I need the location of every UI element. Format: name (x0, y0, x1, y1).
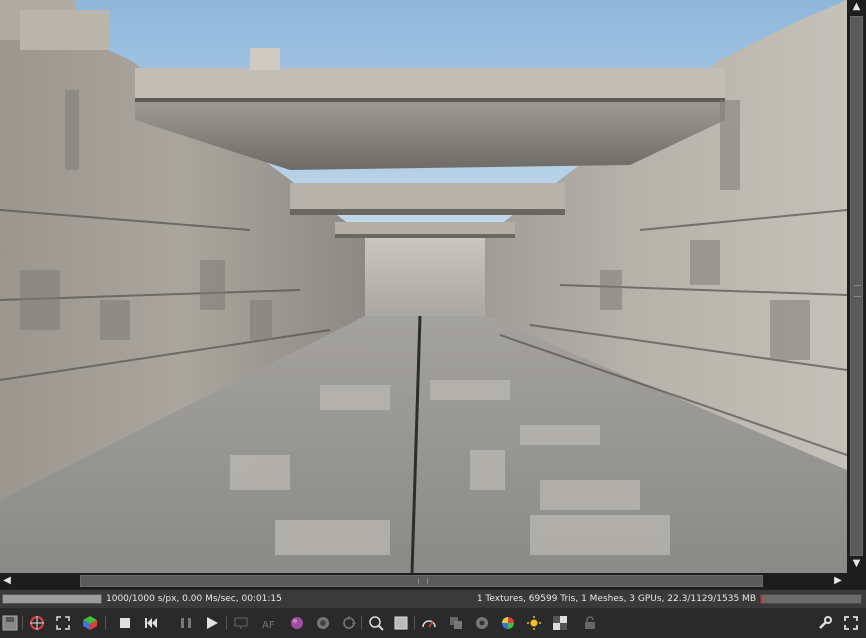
render-toolbar: AF (0, 608, 866, 638)
play-icon[interactable] (202, 613, 222, 633)
viewport-icon[interactable] (231, 613, 251, 633)
render-progress-bar (2, 594, 102, 604)
autofocus-icon[interactable]: AF (260, 613, 280, 633)
gpu-memory-fill (761, 595, 763, 603)
camera-target-icon[interactable] (339, 613, 359, 633)
toolbar-separator (22, 616, 23, 630)
fullscreen-icon[interactable] (841, 613, 861, 633)
pause-icon[interactable] (176, 613, 196, 633)
grip-icon (854, 285, 861, 297)
gpu-memory-bar (760, 594, 862, 604)
scroll-down-arrow-icon[interactable]: ▼ (847, 557, 866, 571)
svg-text:AF: AF (262, 620, 275, 631)
sun-icon[interactable] (524, 613, 544, 633)
render-viewport[interactable] (0, 0, 847, 573)
toolbar-separator (414, 616, 415, 630)
grip-icon (418, 578, 428, 584)
save-render-icon[interactable] (0, 613, 20, 633)
fit-view-icon[interactable] (53, 613, 73, 633)
scroll-up-arrow-icon[interactable]: ▲ (847, 0, 866, 14)
scroll-right-arrow-icon[interactable]: ▶ (831, 573, 845, 589)
region-render-icon[interactable] (27, 613, 47, 633)
stop-icon[interactable] (115, 613, 135, 633)
layers-icon[interactable] (446, 613, 466, 633)
checker-icon[interactable] (550, 613, 570, 633)
render-progress-fill (3, 595, 101, 603)
color-wheel-icon[interactable] (472, 613, 492, 633)
render-viewer-window: ▲ ▼ ◀ ▶ 1000/1000 s/px, 0.00 Ms/sec, 00:… (0, 0, 866, 638)
toolbar-separator (361, 616, 362, 630)
lock-icon[interactable] (580, 613, 600, 633)
render-stats-text: 1000/1000 s/px, 0.00 Ms/sec, 00:01:15 (106, 594, 282, 604)
vertical-scrollbar[interactable]: ▲ ▼ (847, 0, 866, 573)
zoom-region-icon[interactable] (366, 613, 386, 633)
rendered-image (0, 0, 847, 573)
color-cube-icon[interactable] (80, 613, 100, 633)
vertical-scroll-thumb[interactable] (850, 16, 863, 556)
wrench-icon[interactable] (815, 613, 835, 633)
toolbar-separator (105, 616, 106, 630)
gauge-icon[interactable] (419, 613, 439, 633)
scroll-left-arrow-icon[interactable]: ◀ (0, 573, 14, 589)
horizontal-scroll-thumb[interactable] (80, 575, 763, 587)
color-wheel-icon[interactable] (498, 613, 518, 633)
material-picker-icon[interactable] (287, 613, 307, 633)
restart-icon[interactable] (141, 613, 161, 633)
horizontal-scrollbar[interactable]: ◀ ▶ (0, 573, 847, 589)
scene-stats-text: 1 Textures, 69599 Tris, 1 Meshes, 3 GPUs… (476, 594, 756, 604)
object-picker-icon[interactable] (313, 613, 333, 633)
toolbar-separator (226, 616, 227, 630)
status-bar: 1000/1000 s/px, 0.00 Ms/sec, 00:01:15 1 … (0, 589, 866, 608)
clay-mode-icon[interactable] (391, 613, 411, 633)
scrollbar-corner (847, 573, 866, 589)
